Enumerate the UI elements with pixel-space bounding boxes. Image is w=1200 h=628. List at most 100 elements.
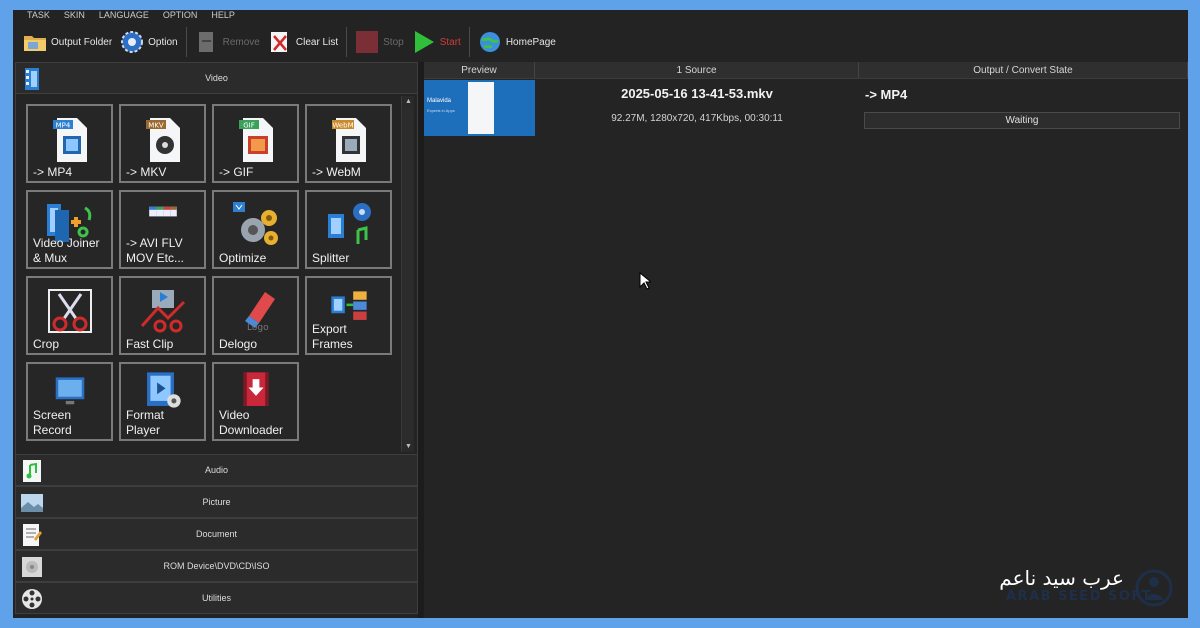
video-downloader-icon	[242, 372, 269, 406]
tile-screen-record[interactable]: Screen Record	[26, 362, 113, 441]
clear-list-icon	[270, 32, 287, 52]
mkv-file-icon: MKV	[145, 118, 180, 162]
tile-format-player[interactable]: Format Player	[119, 362, 206, 441]
tile-optimize-label: Optimize	[219, 251, 267, 265]
format-factory-window: TASK SKIN LANGUAGE OPTION HELP Output Fo…	[13, 10, 1188, 618]
tile-mkv-label: -> MKV	[126, 165, 167, 179]
output-folder-button[interactable]: Output Folder	[23, 30, 112, 54]
tile-video-joiner[interactable]: Video Joiner & Mux	[26, 190, 113, 269]
tile-fast-clip-label: Fast Clip	[126, 337, 174, 351]
homepage-label: HomePage	[505, 36, 556, 48]
watermark: عرب سيد ناعم ARAB SEED SOFT	[992, 566, 1182, 610]
homepage-button[interactable]: HomePage	[478, 30, 556, 54]
mkv-badge: MKV	[148, 122, 164, 130]
tile-mkv[interactable]: MKV -> MKV	[119, 104, 206, 183]
delogo-eraser-icon: Logo	[244, 292, 275, 333]
menu-option[interactable]: OPTION	[163, 10, 198, 24]
tile-webm[interactable]: WebM -> WebM	[305, 104, 392, 183]
category-video[interactable]: Video	[15, 62, 418, 94]
tile-export-frames-label: Export Frames	[312, 322, 353, 351]
category-audio[interactable]: Audio	[15, 454, 418, 486]
menu-language[interactable]: LANGUAGE	[99, 10, 149, 24]
thumbnail-logo-text: Malavida	[427, 98, 452, 104]
video-tools-panel: MP4 -> MP4 MKV -> MKV GIF -> GIF WebM ->…	[15, 94, 418, 454]
task-row[interactable]: Malavida Experts in Apps 2025-05-16 13-4…	[424, 79, 1188, 137]
category-utilities[interactable]: Utilities	[15, 582, 418, 614]
output-cell: -> MP4 Waiting	[859, 79, 1188, 137]
optimize-gears-icon	[232, 202, 278, 245]
crop-scissors-icon	[47, 289, 92, 333]
mp4-file-icon: MP4	[52, 118, 87, 162]
tile-delogo[interactable]: Logo Delogo	[212, 276, 299, 355]
remove-label: Remove	[222, 36, 260, 48]
scroll-down-arrow-icon[interactable]: ▼	[402, 441, 415, 452]
splitter-icon	[327, 203, 371, 244]
export-frames-icon	[330, 291, 367, 320]
tile-video-downloader-label: Video Downloader	[219, 408, 284, 437]
preview-thumbnail: Malavida Experts in Apps	[424, 80, 535, 136]
film-strip-icon	[25, 68, 39, 90]
option-button[interactable]: Option	[120, 30, 178, 54]
tile-video-downloader[interactable]: Video Downloader	[212, 362, 299, 441]
tile-mp4[interactable]: MP4 -> MP4	[26, 104, 113, 183]
category-document-label: Document	[195, 529, 238, 539]
category-document[interactable]: Document	[15, 518, 418, 550]
menu-help[interactable]: HELP	[211, 10, 235, 24]
tile-crop-label: Crop	[33, 337, 60, 351]
multi-format-icon	[148, 206, 177, 217]
tile-splitter[interactable]: Splitter	[305, 190, 392, 269]
tile-webm-label: -> WebM	[312, 165, 361, 179]
tile-export-frames[interactable]: Export Frames	[305, 276, 392, 355]
category-picture[interactable]: Picture	[15, 486, 418, 518]
column-preview[interactable]: Preview	[424, 62, 535, 78]
screen-record-icon	[55, 377, 84, 405]
column-source[interactable]: 1 Source	[535, 62, 859, 78]
play-icon	[414, 31, 434, 53]
menu-skin[interactable]: SKIN	[64, 10, 85, 24]
webm-badge: WebM	[332, 122, 353, 130]
stop-button[interactable]: Stop	[355, 30, 404, 54]
scroll-up-arrow-icon[interactable]: ▲	[402, 96, 415, 107]
tile-multi-format[interactable]: -> AVI FLV MOV Etc...	[119, 190, 206, 269]
source-meta: 92.27M, 1280x720, 417Kbps, 00:30:11	[611, 113, 783, 124]
column-output[interactable]: Output / Convert State	[859, 62, 1188, 78]
clear-list-label: Clear List	[295, 36, 339, 48]
globe-icon	[479, 32, 500, 52]
toolbar-separator	[185, 27, 187, 57]
start-button[interactable]: Start	[412, 30, 461, 54]
tile-delogo-label: Delogo	[219, 337, 258, 351]
toolbar: Output Folder Option Remove Clear List S…	[13, 24, 1188, 60]
category-rom-device[interactable]: ROM Device\DVD\CD\ISO	[15, 550, 418, 582]
gear-icon	[121, 31, 144, 53]
watermark-latin-text: ARAB SEED SOFT	[1006, 589, 1153, 604]
tile-gif[interactable]: GIF -> GIF	[212, 104, 299, 183]
category-video-label: Video	[205, 73, 228, 83]
remove-document-icon	[198, 32, 213, 52]
tile-video-joiner-label: Video Joiner & Mux	[33, 236, 100, 265]
tile-fast-clip[interactable]: Fast Clip	[119, 276, 206, 355]
thumbnail-sub-text: Experts in Apps	[427, 108, 455, 113]
category-picture-label: Picture	[202, 497, 231, 507]
disc-drive-icon	[22, 557, 42, 577]
toolbar-separator	[346, 27, 348, 57]
task-categories-pane: Video MP4 -> MP4 MKV -> MKV GIF -> GIF W…	[15, 62, 418, 618]
scrollbar-track[interactable]	[403, 108, 413, 440]
film-reel-icon	[22, 589, 42, 609]
tile-splitter-label: Splitter	[312, 251, 350, 265]
clear-list-button[interactable]: Clear List	[268, 30, 338, 54]
mp4-badge: MP4	[55, 122, 70, 130]
category-audio-label: Audio	[204, 465, 229, 475]
menu-task[interactable]: TASK	[27, 10, 50, 24]
tile-optimize[interactable]: Optimize	[212, 190, 299, 269]
tile-mp4-label: -> MP4	[33, 165, 73, 179]
thumbnail-page	[468, 82, 494, 134]
gif-badge: GIF	[243, 122, 255, 130]
stop-icon	[356, 31, 379, 53]
webm-file-icon: WebM	[331, 118, 366, 162]
tile-crop[interactable]: Crop	[26, 276, 113, 355]
remove-button[interactable]: Remove	[195, 30, 260, 54]
category-rom-device-label: ROM Device\DVD\CD\ISO	[163, 561, 270, 571]
task-list-header: Preview 1 Source Output / Convert State	[424, 62, 1188, 79]
tile-gif-label: -> GIF	[219, 165, 254, 179]
tools-scrollbar[interactable]: ▲ ▼	[401, 96, 414, 452]
